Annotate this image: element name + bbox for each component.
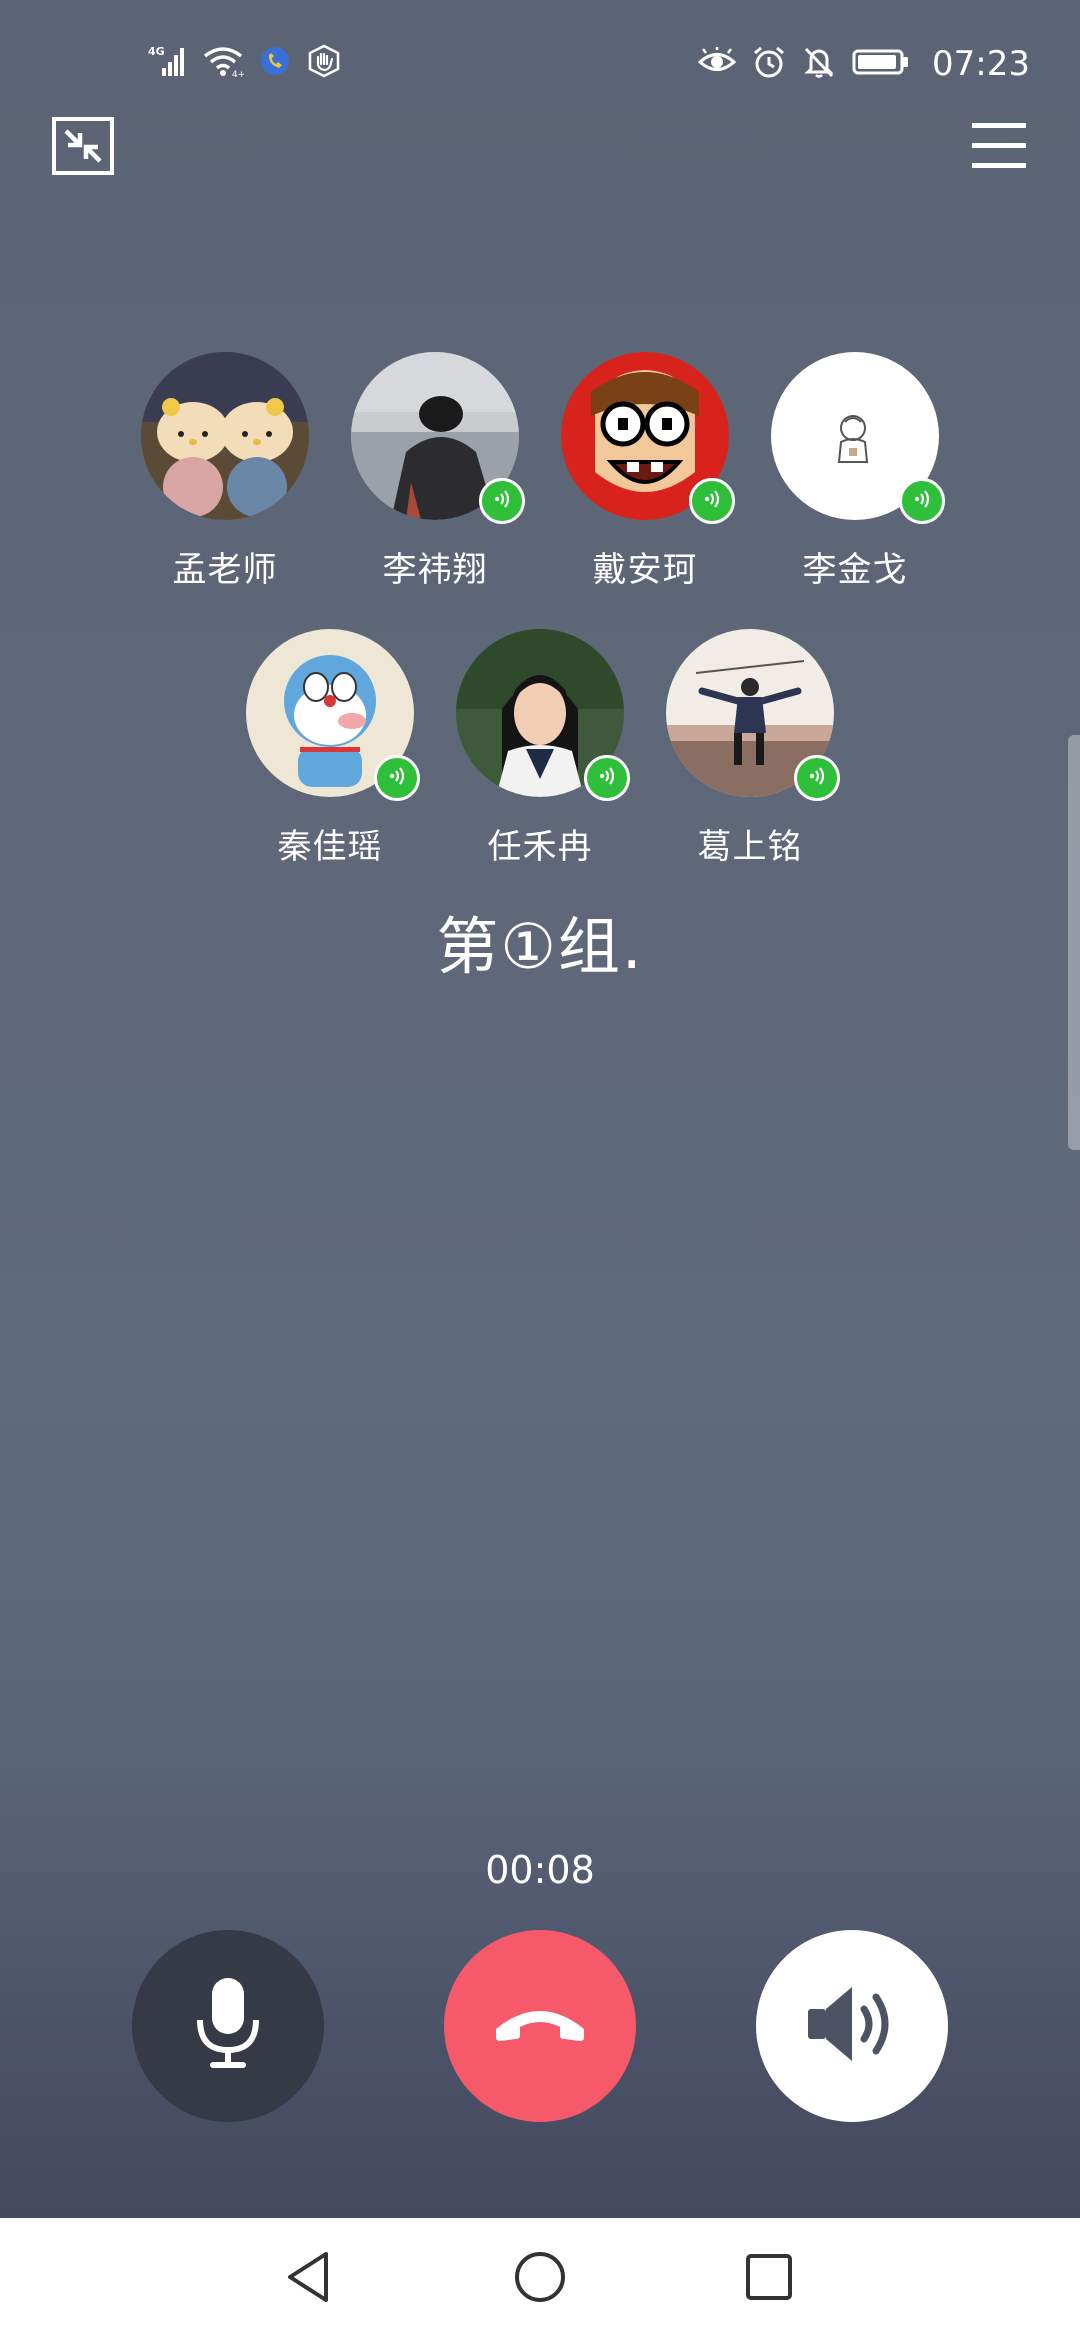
avatar	[141, 352, 309, 520]
speaking-icon	[911, 488, 933, 514]
svg-text:4+: 4+	[232, 70, 244, 78]
participant-tile[interactable]: 李祎翔	[351, 352, 525, 591]
speaker-icon	[802, 1979, 902, 2073]
speaking-indicator	[899, 478, 945, 524]
battery-icon	[852, 47, 910, 81]
status-bar-right: 07:23	[697, 44, 1030, 84]
avatar-wrap	[246, 629, 420, 801]
speaker-button[interactable]	[756, 1930, 948, 2122]
participant-tile[interactable]: 李金戈	[771, 352, 945, 591]
participant-grid: 孟老师 李祎翔 戴安珂 李金戈 秦佳瑶 任禾冉 葛上铭	[0, 352, 1080, 868]
exit-fullscreen-icon	[52, 117, 114, 179]
group-title: 第①组.	[436, 910, 644, 983]
alarm-icon	[752, 45, 786, 83]
status-bar-left: 4G 4+	[148, 44, 342, 82]
call-controls	[0, 1930, 1080, 2122]
participant-name: 秦佳瑶	[277, 827, 383, 867]
call-indicator-icon	[258, 44, 292, 82]
speaking-icon	[701, 488, 723, 514]
home-icon	[513, 2250, 567, 2308]
participant-name: 李祎翔	[382, 550, 488, 590]
status-bar: 4G 4+ 07:23	[0, 0, 1080, 130]
recents-button[interactable]	[738, 2248, 800, 2310]
speaking-indicator	[689, 478, 735, 524]
menu-button[interactable]	[966, 115, 1032, 181]
svg-text:4G: 4G	[148, 45, 165, 58]
exit-fullscreen-button[interactable]	[50, 115, 116, 181]
participant-tile[interactable]: 孟老师	[141, 352, 309, 591]
speaking-indicator	[479, 478, 525, 524]
participant-tile[interactable]: 秦佳瑶	[246, 629, 420, 868]
participant-name: 戴安珂	[592, 550, 698, 590]
participant-name: 葛上铭	[697, 827, 803, 867]
participant-row: 秦佳瑶 任禾冉 葛上铭	[0, 629, 1080, 868]
participant-row: 孟老师 李祎翔 戴安珂 李金戈	[0, 352, 1080, 591]
back-icon	[284, 2250, 334, 2308]
menu-icon	[972, 121, 1026, 175]
participant-tile[interactable]: 任禾冉	[456, 629, 630, 868]
avatar-wrap	[456, 629, 630, 801]
call-duration: 00:08	[485, 1848, 595, 1892]
speaking-indicator	[794, 755, 840, 801]
microphone-icon	[188, 1974, 268, 2078]
wifi-icon: 4+	[202, 44, 245, 82]
back-button[interactable]	[278, 2248, 340, 2310]
avatar-wrap	[141, 352, 309, 520]
hang-up-icon	[490, 1999, 590, 2053]
speaking-icon	[806, 765, 828, 791]
scrollbar-thumb[interactable]	[1068, 735, 1080, 1150]
home-button[interactable]	[509, 2248, 571, 2310]
system-nav-bar	[0, 2218, 1080, 2340]
participant-name: 孟老师	[172, 550, 278, 590]
recents-icon	[744, 2252, 794, 2306]
hang-up-button[interactable]	[444, 1930, 636, 2122]
avatar-wrap	[666, 629, 840, 801]
hand-icon	[306, 44, 342, 82]
avatar-wrap	[771, 352, 945, 524]
signal-icon: 4G	[148, 44, 188, 82]
eye-icon	[697, 46, 737, 81]
mute-bell-icon	[802, 45, 836, 83]
voice-call-screen: 4G 4+ 07:23 孟老师 李祎翔 戴安珂 李金戈 秦佳瑶 任禾冉 葛上铭 …	[0, 0, 1080, 2340]
participant-tile[interactable]: 葛上铭	[666, 629, 840, 868]
participant-name: 任禾冉	[487, 827, 593, 867]
avatar-wrap	[351, 352, 525, 524]
microphone-button[interactable]	[132, 1930, 324, 2122]
avatar-wrap	[561, 352, 735, 524]
status-time: 07:23	[932, 44, 1030, 84]
participant-name: 李金戈	[802, 550, 908, 590]
participant-tile[interactable]: 戴安珂	[561, 352, 735, 591]
speaking-indicator	[584, 755, 630, 801]
speaking-icon	[386, 765, 408, 791]
speaking-icon	[596, 765, 618, 791]
speaking-indicator	[374, 755, 420, 801]
speaking-icon	[491, 488, 513, 514]
